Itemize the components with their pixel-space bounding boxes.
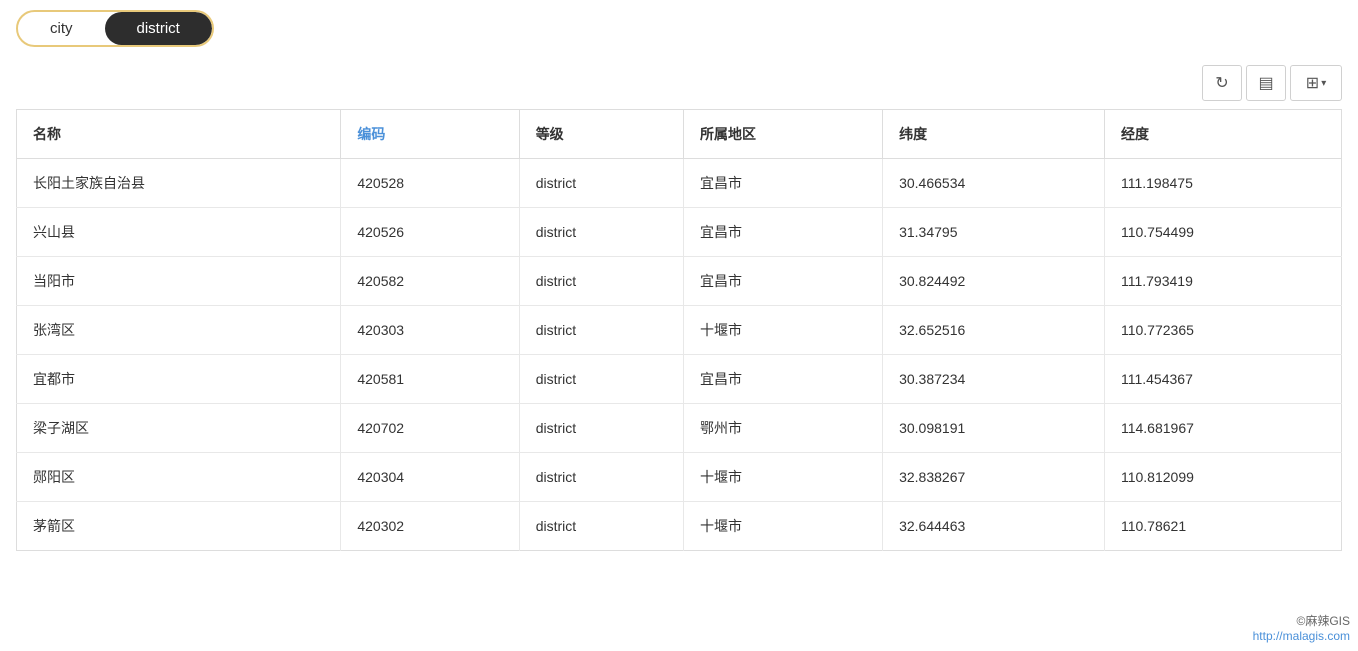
cell-lat: 32.644463	[883, 502, 1105, 551]
cell-level: district	[519, 355, 683, 404]
table-row: 兴山县420526district宜昌市31.34795110.754499	[17, 208, 1342, 257]
refresh-icon: ↻	[1215, 73, 1228, 93]
chevron-down-icon: ▾	[1321, 78, 1326, 89]
cell-lat: 30.387234	[883, 355, 1105, 404]
col-header-lng[interactable]: 经度	[1104, 110, 1341, 159]
data-table: 名称 编码 等级 所属地区 纬度 经度 长阳土家族自治县420528distri…	[16, 109, 1342, 551]
cell-lat: 30.098191	[883, 404, 1105, 453]
cell-name: 茅箭区	[17, 502, 341, 551]
col-header-lat[interactable]: 纬度	[883, 110, 1105, 159]
table-row: 郧阳区420304district十堰市32.838267110.812099	[17, 453, 1342, 502]
col-header-level[interactable]: 等级	[519, 110, 683, 159]
table-icon: ▤	[1258, 73, 1273, 93]
cell-region: 宜昌市	[684, 159, 883, 208]
cell-code: 420302	[341, 502, 519, 551]
cell-code: 420526	[341, 208, 519, 257]
table-row: 宜都市420581district宜昌市30.387234111.454367	[17, 355, 1342, 404]
cell-name: 长阳土家族自治县	[17, 159, 341, 208]
table-row: 梁子湖区420702district鄂州市30.098191114.681967	[17, 404, 1342, 453]
table-row: 茅箭区420302district十堰市32.644463110.78621	[17, 502, 1342, 551]
cell-region: 十堰市	[684, 306, 883, 355]
cell-lng: 114.681967	[1104, 404, 1341, 453]
cell-lng: 111.454367	[1104, 355, 1341, 404]
refresh-button[interactable]: ↻	[1202, 65, 1242, 101]
cell-lng: 111.198475	[1104, 159, 1341, 208]
cell-level: district	[519, 404, 683, 453]
col-header-region[interactable]: 所属地区	[684, 110, 883, 159]
cell-region: 宜昌市	[684, 257, 883, 306]
cell-lat: 32.652516	[883, 306, 1105, 355]
cell-lng: 110.754499	[1104, 208, 1341, 257]
table-row: 当阳市420582district宜昌市30.824492111.793419	[17, 257, 1342, 306]
cell-code: 420581	[341, 355, 519, 404]
cell-name: 郧阳区	[17, 453, 341, 502]
footer-watermark: ©麻辣GIS http://malagis.com	[1253, 612, 1350, 643]
cell-code: 420702	[341, 404, 519, 453]
cell-code: 420528	[341, 159, 519, 208]
col-header-name[interactable]: 名称	[17, 110, 341, 159]
cell-name: 当阳市	[17, 257, 341, 306]
table-row: 长阳土家族自治县420528district宜昌市30.466534111.19…	[17, 159, 1342, 208]
cell-lat: 31.34795	[883, 208, 1105, 257]
grid-view-button[interactable]: ⊞ ▾	[1290, 65, 1342, 101]
tab-city[interactable]: city	[18, 12, 105, 45]
cell-region: 鄂州市	[684, 404, 883, 453]
cell-code: 420582	[341, 257, 519, 306]
cell-lng: 110.78621	[1104, 502, 1341, 551]
tab-district[interactable]: district	[105, 12, 212, 45]
table-container: 名称 编码 等级 所属地区 纬度 经度 长阳土家族自治县420528distri…	[0, 109, 1358, 551]
watermark-line2: http://malagis.com	[1253, 629, 1350, 643]
table-view-button[interactable]: ▤	[1246, 65, 1286, 101]
cell-level: district	[519, 159, 683, 208]
top-bar: city district	[0, 0, 1358, 57]
cell-name: 宜都市	[17, 355, 341, 404]
table-body: 长阳土家族自治县420528district宜昌市30.466534111.19…	[17, 159, 1342, 551]
grid-icon: ⊞	[1306, 73, 1319, 93]
cell-name: 张湾区	[17, 306, 341, 355]
cell-lat: 30.466534	[883, 159, 1105, 208]
tab-group: city district	[16, 10, 214, 47]
cell-lng: 110.772365	[1104, 306, 1341, 355]
cell-lat: 32.838267	[883, 453, 1105, 502]
cell-lng: 111.793419	[1104, 257, 1341, 306]
cell-level: district	[519, 208, 683, 257]
cell-name: 兴山县	[17, 208, 341, 257]
cell-region: 十堰市	[684, 453, 883, 502]
cell-level: district	[519, 257, 683, 306]
cell-level: district	[519, 306, 683, 355]
toolbar: ↻ ▤ ⊞ ▾	[0, 57, 1358, 109]
cell-code: 420304	[341, 453, 519, 502]
col-header-code[interactable]: 编码	[341, 110, 519, 159]
cell-region: 宜昌市	[684, 355, 883, 404]
cell-level: district	[519, 502, 683, 551]
table-row: 张湾区420303district十堰市32.652516110.772365	[17, 306, 1342, 355]
cell-region: 宜昌市	[684, 208, 883, 257]
cell-code: 420303	[341, 306, 519, 355]
watermark-line1: ©麻辣GIS	[1253, 612, 1350, 629]
cell-lng: 110.812099	[1104, 453, 1341, 502]
cell-region: 十堰市	[684, 502, 883, 551]
table-header: 名称 编码 等级 所属地区 纬度 经度	[17, 110, 1342, 159]
cell-lat: 30.824492	[883, 257, 1105, 306]
cell-level: district	[519, 453, 683, 502]
cell-name: 梁子湖区	[17, 404, 341, 453]
